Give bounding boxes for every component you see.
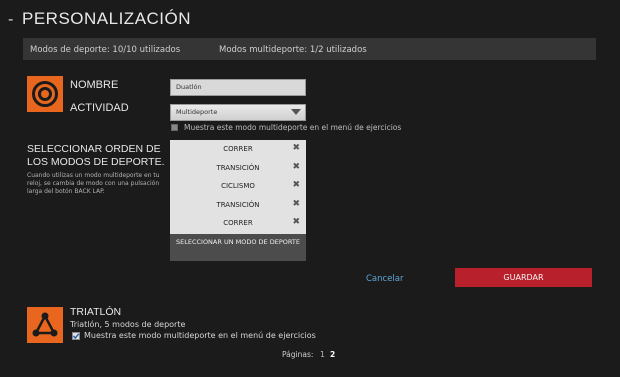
list-item[interactable]: CORRER ✖ <box>170 214 306 233</box>
multisport-modes-usage: Modos multideporte: 1/2 utilizados <box>219 45 367 55</box>
save-button[interactable]: GUARDAR <box>455 268 592 287</box>
close-x-icon[interactable]: ✖ <box>292 162 300 172</box>
close-x-icon[interactable]: ✖ <box>292 180 300 190</box>
list-item-label: CORRER <box>223 145 253 153</box>
list-item-label: CORRER <box>223 219 253 227</box>
page-title: PERSONALIZACIÓN <box>22 9 192 28</box>
order-title: SELECCIONAR ORDEN DE LOS MODOS DE DEPORT… <box>27 143 165 168</box>
page-link-2[interactable]: 2 <box>330 350 335 359</box>
target-circle-svg <box>32 81 58 107</box>
triangle-nodes-icon[interactable] <box>27 307 63 343</box>
sport-modes-usage: Modos de deporte: 10/10 utilizados <box>30 45 181 55</box>
target-circle-icon[interactable] <box>27 76 63 112</box>
list-item[interactable]: CORRER ✖ <box>170 140 306 159</box>
triathlon-show-in-menu-checkbox[interactable] <box>72 332 80 340</box>
show-in-menu-label: Muestra este modo multideporte en el men… <box>184 123 402 132</box>
cancel-link[interactable]: Cancelar <box>366 274 404 284</box>
triathlon-subtitle: Triatlón, 5 modos de deporte <box>70 320 186 329</box>
sport-mode-order-list: CORRER ✖ TRANSICIÓN ✖ CICLISMO ✖ TRANSIC… <box>170 140 306 234</box>
page-link-1[interactable]: 1 <box>320 350 325 359</box>
triathlon-title[interactable]: TRIATLÓN <box>70 306 121 318</box>
activity-select-value: Multideporte <box>176 108 218 116</box>
name-label: NOMBRE <box>70 79 119 91</box>
list-item[interactable]: TRANSICIÓN ✖ <box>170 196 306 215</box>
close-x-icon[interactable]: ✖ <box>292 143 300 153</box>
list-item-label: TRANSICIÓN <box>216 200 260 209</box>
close-x-icon[interactable]: ✖ <box>292 199 300 209</box>
chevron-down-icon <box>291 109 301 115</box>
list-item-label: TRANSICIÓN <box>216 163 260 172</box>
select-sport-mode-button[interactable]: SELECCIONAR UN MODO DE DEPORTE <box>170 234 306 261</box>
triangle-nodes-svg <box>32 312 58 337</box>
checkmark-icon <box>72 333 80 340</box>
activity-label: ACTIVIDAD <box>70 102 129 114</box>
list-item[interactable]: CICLISMO ✖ <box>170 177 306 196</box>
list-item[interactable]: TRANSICIÓN ✖ <box>170 159 306 178</box>
close-x-icon[interactable]: ✖ <box>292 217 300 227</box>
triathlon-show-in-menu-label: Muestra este modo multideporte en el men… <box>84 331 316 340</box>
pagination-label: Páginas: <box>282 350 314 359</box>
name-input[interactable]: Duatlón <box>170 79 306 96</box>
show-in-menu-checkbox[interactable] <box>171 124 178 131</box>
order-description: Cuando utilizas un modo multideporte en … <box>27 172 160 195</box>
list-item-label: CICLISMO <box>221 182 255 190</box>
activity-select[interactable]: Multideporte <box>170 104 306 121</box>
collapse-dash[interactable]: - <box>8 10 13 28</box>
